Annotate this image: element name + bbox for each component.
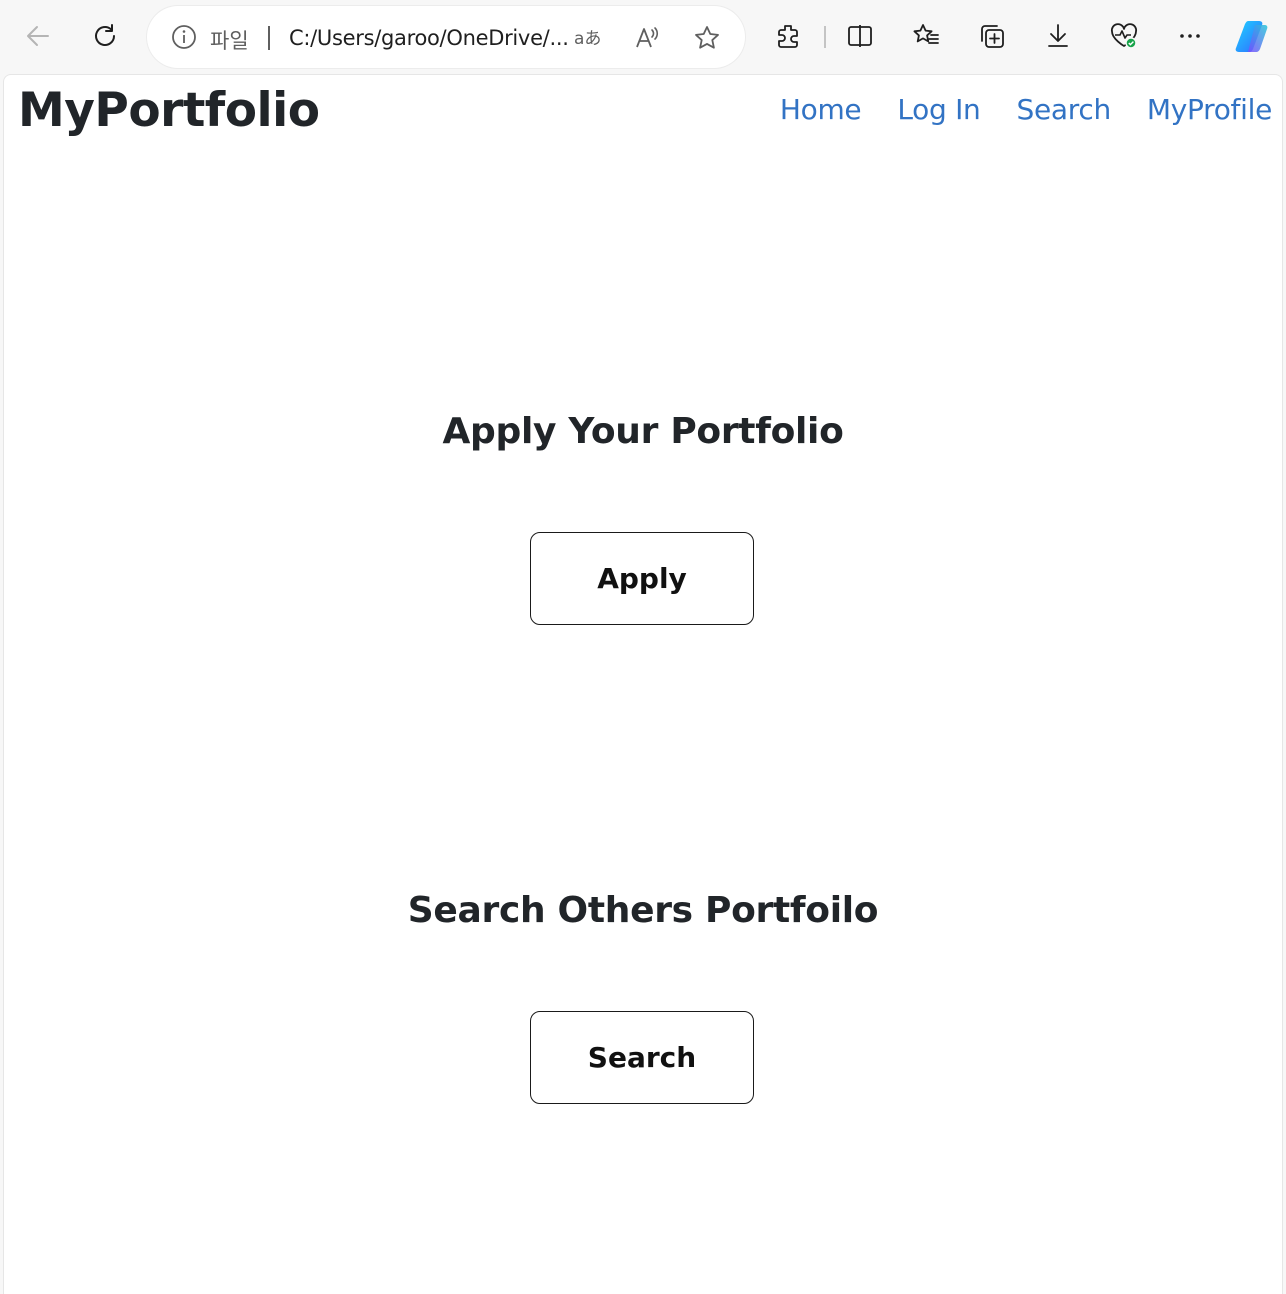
apply-section-title: Apply Your Portfolio: [442, 411, 844, 452]
refresh-icon[interactable]: [85, 16, 125, 56]
nav-home-link[interactable]: Home: [780, 93, 862, 126]
nav-search-link[interactable]: Search: [1017, 93, 1112, 126]
split-screen-icon[interactable]: [840, 16, 880, 56]
search-button[interactable]: Search: [530, 1011, 754, 1104]
nav-myprofile-link[interactable]: MyProfile: [1147, 93, 1272, 126]
toolbar-divider: [824, 26, 826, 48]
nav-login-link[interactable]: Log In: [897, 93, 980, 126]
more-icon[interactable]: [1170, 16, 1210, 56]
extensions-icon[interactable]: [768, 16, 808, 56]
main-nav: Home Log In Search MyProfile: [780, 93, 1272, 126]
collections-icon[interactable]: [972, 16, 1012, 56]
brand-logo[interactable]: MyPortfolio: [18, 83, 320, 138]
web-page: MyPortfolio Home Log In Search MyProfile…: [3, 74, 1283, 1294]
address-bar[interactable]: 파일 C:/Users/garoo/OneDrive/... aあ: [147, 6, 745, 68]
back-icon[interactable]: [18, 16, 58, 56]
translate-icon[interactable]: aあ: [573, 24, 601, 52]
apply-button[interactable]: Apply: [530, 532, 754, 625]
favorites-icon[interactable]: [906, 16, 946, 56]
browser-toolbar: 파일 C:/Users/garoo/OneDrive/... aあ: [0, 0, 1286, 74]
address-divider: [268, 26, 270, 50]
read-aloud-icon[interactable]: [633, 24, 661, 52]
address-url[interactable]: C:/Users/garoo/OneDrive/...: [289, 26, 569, 50]
favorite-star-icon[interactable]: [693, 24, 721, 52]
svg-text:aあ: aあ: [574, 29, 601, 49]
copilot-icon[interactable]: [1232, 16, 1272, 56]
search-section-title: Search Others Portfoilo: [407, 890, 879, 931]
address-scheme-label: 파일: [210, 29, 249, 53]
browser-essentials-icon[interactable]: [1104, 16, 1144, 56]
downloads-icon[interactable]: [1038, 16, 1078, 56]
info-icon[interactable]: [171, 24, 197, 50]
